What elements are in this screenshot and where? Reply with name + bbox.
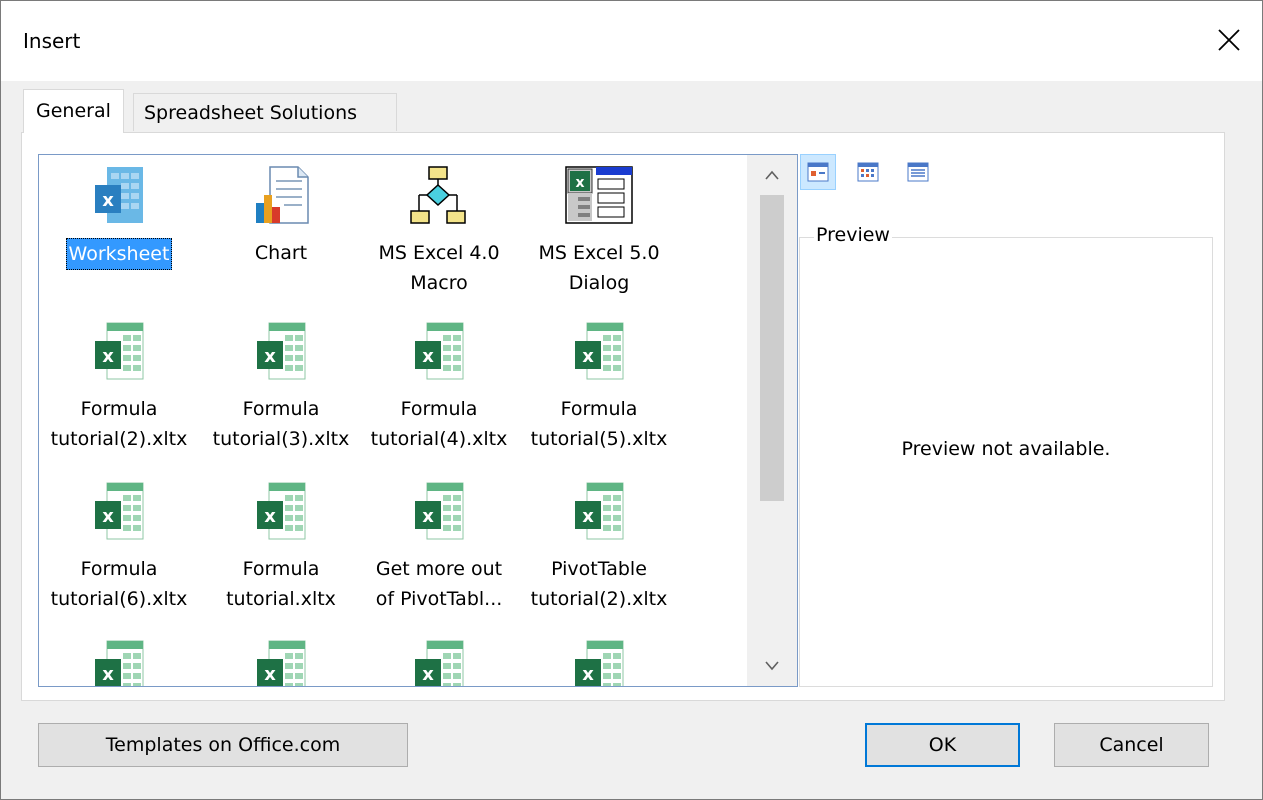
excel-template-icon — [39, 639, 199, 686]
excel-template-icon — [359, 639, 519, 686]
list-item-label: Formula tutorial(3).xltx — [212, 398, 350, 450]
preview-group: Preview Preview not available. — [799, 224, 1213, 687]
title-bar: Insert — [1, 1, 1262, 81]
dialog-title: Insert — [23, 29, 81, 53]
list-item-template[interactable]: Formula tutorial(6).xltx — [39, 481, 199, 614]
list-item-label: Formula tutorial(5).xltx — [530, 398, 668, 450]
list-item-excel4-macro[interactable]: MS Excel 4.0 Macro — [359, 165, 519, 298]
tab-general[interactable]: General — [23, 89, 124, 133]
excel-template-icon — [201, 639, 361, 686]
list-item-chart[interactable]: Chart — [201, 165, 361, 268]
close-icon[interactable] — [1212, 23, 1246, 57]
template-list[interactable]: x Worksheet Chart MS Excel 4.0 Macro x M… — [38, 154, 798, 687]
list-item-label: Formula tutorial(6).xltx — [50, 558, 188, 610]
list-item-template[interactable] — [519, 639, 679, 686]
list-item-label: Formula tutorial(2).xltx — [50, 398, 188, 450]
list-view-icon[interactable] — [850, 154, 886, 190]
list-item-label: Chart — [254, 242, 308, 264]
list-item-label: MS Excel 4.0 Macro — [378, 242, 500, 294]
list-item-label: MS Excel 5.0 Dialog — [538, 242, 660, 294]
list-item-template[interactable]: Formula tutorial(3).xltx — [201, 321, 361, 454]
excel-template-icon — [359, 321, 519, 388]
list-item-template[interactable]: Formula tutorial.xltx — [201, 481, 361, 614]
list-item-label: Formula tutorial(4).xltx — [370, 398, 508, 450]
ok-button[interactable]: OK — [865, 723, 1020, 767]
tab-spreadsheet-solutions[interactable]: Spreadsheet Solutions — [133, 93, 397, 131]
list-item-template[interactable] — [359, 639, 519, 686]
insert-dialog: Insert General Spreadsheet Solutions x W… — [0, 0, 1263, 800]
large-icons-view-icon[interactable] — [800, 154, 836, 190]
cancel-button[interactable]: Cancel — [1054, 723, 1209, 767]
list-item-excel5-dialog[interactable]: x MS Excel 5.0 Dialog — [519, 165, 679, 298]
list-item-template[interactable]: Formula tutorial(5).xltx — [519, 321, 679, 454]
details-view-icon[interactable] — [900, 154, 936, 190]
list-item-template[interactable]: Get more out of PivotTabl... — [359, 481, 519, 614]
excel-template-icon — [519, 639, 679, 686]
svg-text:x: x — [102, 190, 114, 211]
excel-template-icon — [359, 481, 519, 548]
list-item-label: Worksheet — [65, 238, 173, 270]
scroll-down-arrow-icon[interactable] — [747, 646, 797, 686]
excel-template-icon — [201, 481, 361, 548]
dialog-icon: x — [519, 165, 679, 232]
svg-text:x: x — [575, 175, 584, 191]
list-item-template[interactable]: Formula tutorial(4).xltx — [359, 321, 519, 454]
excel-template-icon — [39, 481, 199, 548]
excel-template-icon — [519, 481, 679, 548]
list-item-template[interactable]: Formula tutorial(2).xltx — [39, 321, 199, 454]
tab-panel: x Worksheet Chart MS Excel 4.0 Macro x M… — [21, 132, 1225, 701]
list-item-template[interactable] — [201, 639, 361, 686]
templates-on-office-button[interactable]: Templates on Office.com — [38, 723, 408, 767]
list-item-label: Get more out of PivotTabl... — [375, 558, 503, 610]
scrollbar-thumb[interactable] — [760, 195, 784, 501]
macro-flowchart-icon — [359, 165, 519, 232]
scroll-up-arrow-icon[interactable] — [747, 155, 797, 195]
vertical-scrollbar[interactable] — [747, 155, 797, 686]
list-item-label: Formula tutorial.xltx — [226, 558, 336, 610]
preview-legend: Preview — [814, 224, 892, 246]
list-item-worksheet[interactable]: x Worksheet — [39, 165, 199, 270]
excel-template-icon — [201, 321, 361, 388]
worksheet-icon: x — [39, 165, 199, 232]
excel-template-icon — [519, 321, 679, 388]
preview-message: Preview not available. — [901, 438, 1111, 460]
list-item-template[interactable] — [39, 639, 199, 686]
chart-icon — [201, 165, 361, 232]
list-item-template[interactable]: PivotTable tutorial(2).xltx — [519, 481, 679, 614]
excel-template-icon — [39, 321, 199, 388]
list-item-label: PivotTable tutorial(2).xltx — [530, 558, 668, 610]
